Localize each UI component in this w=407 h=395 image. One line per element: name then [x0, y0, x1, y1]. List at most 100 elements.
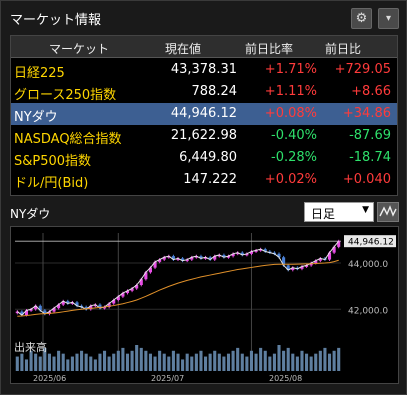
table-row[interactable]: ドル/円(Bid) 147.222 +0.02% +0.040: [11, 169, 397, 191]
volume-bar: [66, 359, 70, 371]
volume-bar: [249, 350, 254, 371]
volume-bar: [47, 353, 51, 371]
price-value: 21,622.98: [170, 128, 237, 143]
volume-bar: [135, 345, 139, 371]
volume-bar: [24, 359, 29, 371]
volume-bar: [121, 347, 125, 371]
volume-bar: [52, 356, 56, 371]
change-value: +8.66: [351, 84, 391, 99]
market-info-window: マーケット情報 ⚙ ▾ マーケット 現在値 前日比率 前日比 日経225 43,…: [0, 0, 407, 395]
quote-table: マーケット 現在値 前日比率 前日比 日経225 43,378.31 +1.71…: [10, 35, 398, 196]
volume-bar: [226, 353, 231, 371]
change-pct-value: +1.11%: [264, 84, 317, 99]
volume-bar: [208, 353, 212, 371]
market-name: S&P500指数: [14, 154, 92, 169]
volume-bar: [80, 350, 84, 371]
volume-bar: [93, 359, 97, 371]
volume-bar: [236, 347, 240, 371]
volume-bar: [144, 350, 148, 371]
settings-button[interactable]: ⚙: [351, 8, 372, 29]
volume-bar: [245, 356, 249, 371]
price-value: 788.24: [191, 84, 238, 99]
volume-bar: [190, 356, 194, 371]
volume-bar: [291, 353, 295, 371]
volume-bar: [337, 347, 341, 371]
volume-bar: [107, 356, 111, 371]
window-title: マーケット情報: [10, 13, 102, 28]
volume-bar: [199, 350, 203, 371]
price-value: 147.222: [183, 172, 237, 187]
volume-bar: [327, 353, 332, 371]
change-value: +34.86: [342, 106, 391, 121]
volume-bar: [153, 356, 157, 371]
volume-bar: [185, 353, 189, 371]
volume-bar: [323, 347, 327, 371]
header-change-pct: 前日比率: [245, 42, 294, 56]
table-row[interactable]: NASDAQ総合指数 21,622.98 -0.40% -87.69: [11, 125, 397, 147]
volume-bar: [70, 356, 74, 371]
chart-title: NYダウ: [10, 207, 51, 221]
price-value: 43,378.31: [170, 62, 237, 77]
market-name: グロース250指数: [14, 88, 117, 103]
market-name: NYダウ: [14, 110, 58, 125]
volume-bar: [181, 359, 185, 371]
price-candles: [15, 239, 341, 317]
table-header: マーケット 現在値 前日比率 前日比: [11, 36, 397, 58]
volume-bar: [240, 353, 244, 371]
volume-bar: [314, 353, 318, 371]
chart-canvas: 出来高 44,000.0 42,000.0 44,946.12 2025/06 2025/…: [14, 233, 396, 383]
volume-bar: [61, 353, 65, 371]
change-pct-value: -0.40%: [271, 128, 317, 143]
volume-bar: [112, 353, 116, 371]
volume-bar: [231, 350, 235, 371]
table-row[interactable]: グロース250指数 788.24 +1.11% +8.66: [11, 81, 397, 103]
volume-bar: [102, 350, 107, 371]
volume-bar: [148, 353, 152, 371]
volume-bar: [286, 347, 290, 371]
volume-bar: [332, 350, 336, 371]
volume-bar: [98, 353, 102, 371]
volume-bar: [125, 353, 130, 371]
chart-type-button[interactable]: [377, 202, 399, 222]
volume-bar: [158, 350, 162, 371]
volume-bar: [15, 356, 19, 371]
volume-bar: [204, 356, 208, 371]
volume-bar: [34, 353, 38, 371]
volume-bar: [272, 353, 276, 371]
period-select[interactable]: 日足 ▼: [304, 202, 374, 222]
volume-bar: [176, 353, 180, 371]
change-pct-value: -0.28%: [271, 150, 317, 165]
market-name: ドル/円(Bid): [14, 176, 89, 191]
volume-bars: [15, 345, 341, 371]
volume-bar: [57, 350, 61, 371]
header-price: 現在値: [165, 42, 202, 56]
price-chart[interactable]: 出来高 44,000.0 42,000.0 44,946.12 2025/06 2025/…: [10, 226, 399, 384]
volume-bar: [318, 350, 322, 371]
volume-bar: [213, 350, 217, 371]
change-pct-value: +1.71%: [264, 62, 317, 77]
volume-bar: [259, 347, 263, 371]
volume-label: 出来高: [14, 340, 47, 354]
volume-bar: [162, 353, 166, 371]
chevron-down-icon: ▼: [362, 205, 369, 215]
volume-bar: [75, 353, 79, 371]
table-row[interactable]: S&P500指数 6,449.80 -0.28% -18.74: [11, 147, 397, 169]
table-row[interactable]: 日経225 43,378.31 +1.71% +729.05: [11, 59, 397, 81]
menu-button[interactable]: ▾: [378, 8, 399, 29]
volume-bar: [116, 350, 120, 371]
change-pct-value: +0.02%: [264, 172, 317, 187]
market-name: NASDAQ総合指数: [14, 132, 122, 147]
change-value: +0.040: [342, 172, 391, 187]
volume-bar: [194, 353, 198, 371]
volume-bar: [282, 350, 286, 371]
table-row-selected[interactable]: NYダウ 44,946.12 +0.08% +34.86: [11, 103, 397, 125]
volume-bar: [217, 353, 221, 371]
volume-bar: [309, 356, 313, 371]
y-tick-label: 42,000.0: [348, 306, 388, 316]
volume-bar: [38, 356, 42, 371]
y-tick-label: 44,000.0: [348, 260, 388, 270]
volume-bar: [222, 356, 226, 371]
gear-icon: ⚙: [355, 11, 368, 26]
header-market: マーケット: [49, 42, 110, 56]
price-value: 6,449.80: [179, 150, 237, 165]
